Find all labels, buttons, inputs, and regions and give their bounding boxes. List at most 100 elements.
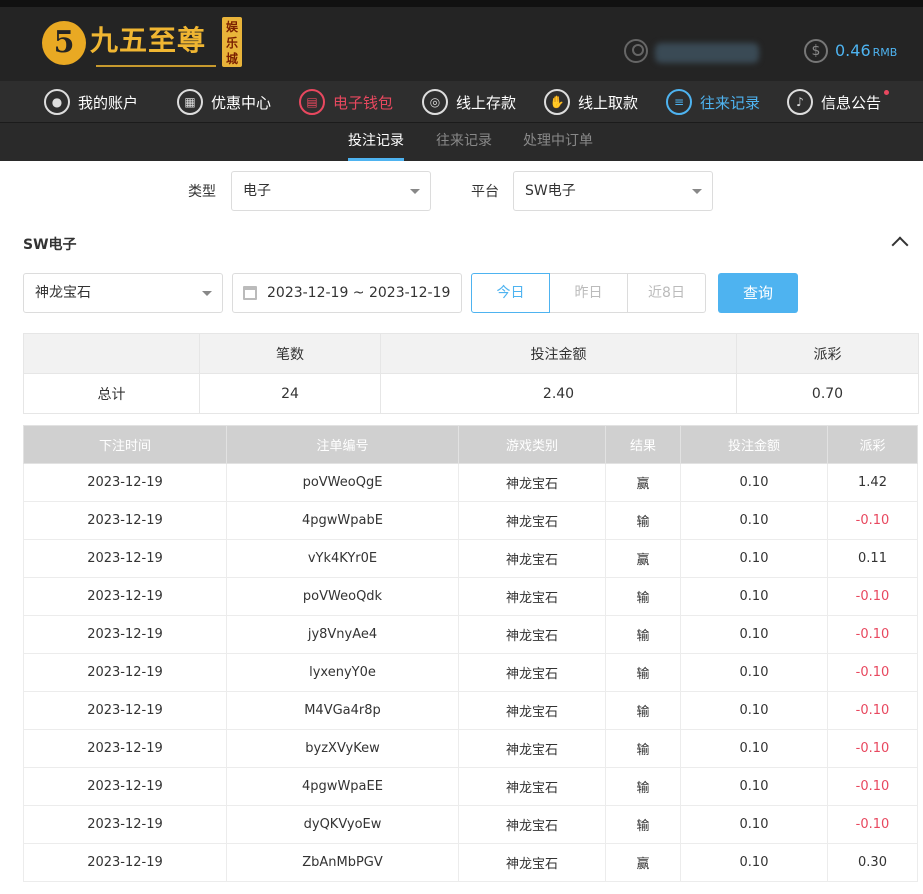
nav-label: 电子钱包 [333, 93, 394, 112]
bet-time-cell: 2023-12-19 [23, 577, 227, 616]
logo-emblem: 5 [42, 21, 86, 65]
last-8-days-button[interactable]: 近8日 [627, 273, 706, 313]
result-cell: 输 [605, 729, 681, 768]
date-range-picker[interactable]: 2023-12-19 ~ 2023-12-19 [232, 273, 462, 313]
gift-icon: ▦ [177, 89, 203, 115]
brand-logo[interactable]: 5 九五至尊 娱乐城 [42, 17, 252, 77]
chevron-down-icon [692, 189, 702, 194]
nav-label: 优惠中心 [211, 93, 272, 112]
column-header: 投注金额 [680, 425, 828, 464]
result-cell: 输 [605, 805, 681, 844]
account-balance: 0.46 RMB [835, 41, 897, 60]
summary-total-row: 总计 24 2.40 0.70 [23, 373, 919, 414]
bet-time-cell: 2023-12-19 [23, 653, 227, 692]
bet-amount-cell: 0.10 [680, 463, 828, 502]
notification-dot [884, 90, 890, 95]
bell-icon: ♪ [787, 89, 813, 115]
order-id-cell: 4pgwWpaEE [226, 767, 459, 806]
balance-currency: RMB [872, 46, 898, 59]
nav-my-account[interactable]: ● 我的账户 [44, 81, 138, 123]
user-avatar-icon[interactable] [624, 39, 648, 63]
bet-amount-cell: 0.10 [680, 843, 828, 882]
table-row: 2023-12-19 byzXVyKew 神龙宝石输 0.10 -0.10 [23, 729, 918, 768]
bet-amount-cell: 0.10 [680, 653, 828, 692]
result-cell: 输 [605, 691, 681, 730]
game-type-cell: 神龙宝石 [458, 501, 606, 540]
bet-records-table: 下注时间 注单编号 游戏类别 结果 投注金额 派彩 2023-12-19 poVW… [23, 425, 918, 882]
nav-label: 往来记录 [700, 93, 761, 112]
bet-amount-cell: 0.10 [680, 615, 828, 654]
main-nav: ● 我的账户 ▦ 优惠中心 ▤ 电子钱包 ◎ 线上存款 ✋ 线上取款 ≡ 往来记录 ♪ 信息公… [0, 81, 923, 123]
summary-table: 笔数 投注金额 派彩 总计 24 2.40 0.70 [23, 333, 919, 414]
tab-bet-records[interactable]: 投注记录 [348, 123, 404, 161]
bet-amount-cell: 0.10 [680, 691, 828, 730]
result-cell: 输 [605, 615, 681, 654]
result-cell: 赢 [605, 539, 681, 578]
nav-wallet[interactable]: ▤ 电子钱包 [299, 81, 393, 123]
summary-header: 投注金额 [380, 333, 737, 374]
records-body: 2023-12-19 poVWeoQgE 神龙宝石赢 0.10 1.42 2023-12-… [23, 463, 918, 882]
brand-badge: 娱乐城 [222, 17, 242, 67]
platform-select[interactable]: SW电子 [513, 171, 713, 211]
column-header: 派彩 [827, 425, 918, 464]
type-select[interactable]: 电子 [231, 171, 431, 211]
type-select-value: 电子 [243, 183, 271, 199]
nav-withdraw[interactable]: ✋ 线上取款 [544, 81, 638, 123]
table-row: 2023-12-19 poVWeoQdk 神龙宝石输 0.10 -0.10 [23, 577, 918, 616]
tab-pending-orders[interactable]: 处理中订单 [523, 123, 593, 161]
type-label: 类型 [188, 184, 216, 200]
collapse-chevron-icon[interactable] [891, 236, 909, 254]
table-row: 2023-12-19 ZbAnMbPGV 神龙宝石赢 0.10 0.30 [23, 843, 918, 882]
platform-select-value: SW电子 [525, 183, 576, 199]
chevron-down-icon [202, 291, 212, 296]
nav-label: 信息公告 [821, 93, 882, 112]
game-type-cell: 神龙宝石 [458, 805, 606, 844]
bet-time-cell: 2023-12-19 [23, 843, 227, 882]
result-cell: 输 [605, 653, 681, 692]
payout-cell: -0.10 [827, 615, 918, 654]
table-row: 2023-12-19 4pgwWpabE 神龙宝石输 0.10 -0.10 [23, 501, 918, 540]
section-title: SW电子 [23, 237, 77, 253]
bet-amount-cell: 0.10 [680, 767, 828, 806]
order-id-cell: lyxenyY0e [226, 653, 459, 692]
yesterday-button[interactable]: 昨日 [549, 273, 628, 313]
game-select[interactable]: 神龙宝石 [23, 273, 223, 313]
payout-cell: -0.10 [827, 805, 918, 844]
sub-tabs: 投注记录 往来记录 处理中订单 [0, 123, 923, 161]
nav-deposit[interactable]: ◎ 线上存款 [422, 81, 516, 123]
payout-cell: 0.11 [827, 539, 918, 578]
game-type-cell: 神龙宝石 [458, 653, 606, 692]
order-id-cell: M4VGa4r8p [226, 691, 459, 730]
payout-cell: -0.10 [827, 767, 918, 806]
query-button[interactable]: 查询 [718, 273, 798, 313]
summary-header: 派彩 [736, 333, 919, 374]
nav-promotions[interactable]: ▦ 优惠中心 [177, 81, 271, 123]
nav-records[interactable]: ≡ 往来记录 [666, 81, 760, 123]
date-range-value: 2023-12-19 ~ 2023-12-19 [267, 285, 451, 301]
summary-cell: 24 [199, 373, 381, 414]
tab-transactions[interactable]: 往来记录 [436, 123, 492, 161]
wallet-icon: ▤ [299, 89, 325, 115]
masked-username [655, 43, 759, 63]
order-id-cell: 4pgwWpabE [226, 501, 459, 540]
game-type-cell: 神龙宝石 [458, 729, 606, 768]
column-header: 游戏类别 [458, 425, 606, 464]
order-id-cell: byzXVyKew [226, 729, 459, 768]
today-button[interactable]: 今日 [471, 273, 550, 313]
table-row: 2023-12-19 poVWeoQgE 神龙宝石赢 0.10 1.42 [23, 463, 918, 502]
calendar-icon [243, 286, 257, 300]
order-id-cell: poVWeoQgE [226, 463, 459, 502]
top-header: 5 九五至尊 娱乐城 $ 0.46 RMB [0, 0, 923, 81]
nav-announcements[interactable]: ♪ 信息公告 [787, 81, 890, 123]
deposit-icon: ◎ [422, 89, 448, 115]
bet-time-cell: 2023-12-19 [23, 729, 227, 768]
bet-time-cell: 2023-12-19 [23, 805, 227, 844]
payout-cell: -0.10 [827, 501, 918, 540]
payout-cell: -0.10 [827, 691, 918, 730]
column-header: 下注时间 [23, 425, 227, 464]
payout-cell: 1.42 [827, 463, 918, 502]
game-type-cell: 神龙宝石 [458, 463, 606, 502]
summary-header: 笔数 [199, 333, 381, 374]
user-icon: ● [44, 89, 70, 115]
game-type-cell: 神龙宝石 [458, 615, 606, 654]
